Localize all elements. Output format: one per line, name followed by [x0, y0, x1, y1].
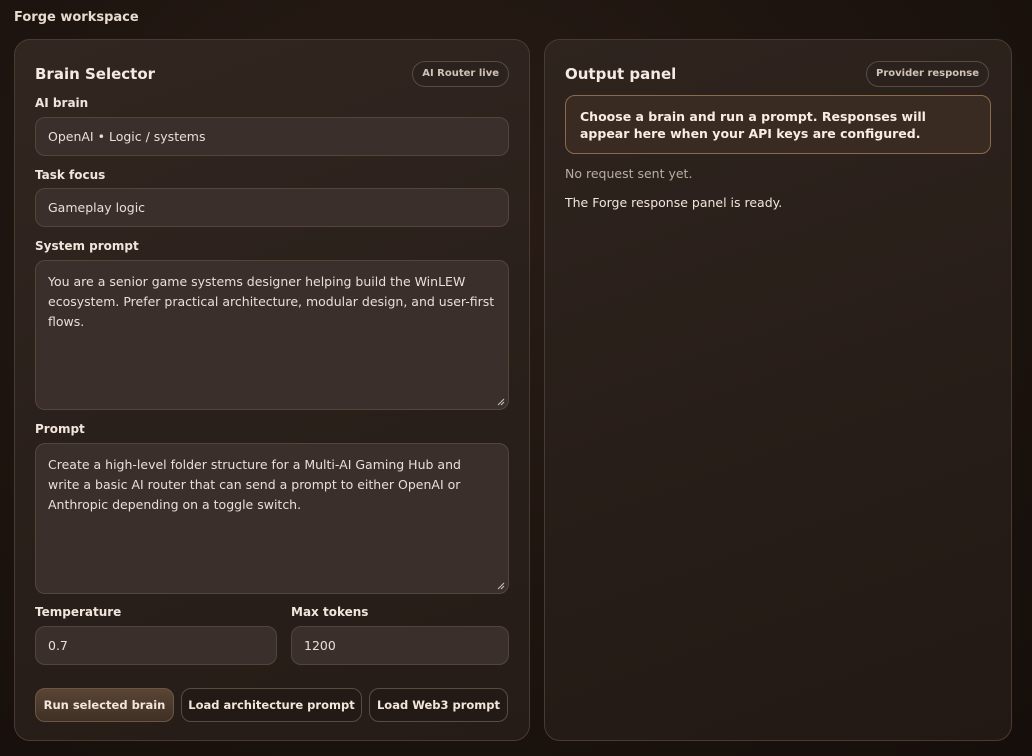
load-architecture-prompt-button[interactable]: Load architecture prompt: [181, 688, 362, 722]
prompt-textarea[interactable]: Create a high-level folder structure for…: [35, 443, 509, 594]
run-selected-brain-button[interactable]: Run selected brain: [35, 688, 174, 722]
request-status-text: No request sent yet.: [565, 166, 693, 181]
brain-selector-card: Brain Selector AI Router live AI brain O…: [14, 39, 530, 741]
temperature-label: Temperature: [35, 605, 122, 619]
max-tokens-label: Max tokens: [291, 605, 369, 619]
ai-brain-label: AI brain: [35, 96, 89, 110]
ai-router-badge: AI Router live: [412, 61, 509, 87]
resize-handle-icon[interactable]: [497, 582, 505, 590]
system-prompt-textarea[interactable]: You are a senior game systems designer h…: [35, 260, 509, 410]
task-focus-input[interactable]: Gameplay logic: [35, 188, 509, 227]
system-prompt-label: System prompt: [35, 239, 139, 253]
load-web3-prompt-button[interactable]: Load Web3 prompt: [369, 688, 508, 722]
task-focus-value: Gameplay logic: [48, 200, 146, 215]
resize-handle-icon[interactable]: [497, 398, 505, 406]
task-focus-label: Task focus: [35, 168, 106, 182]
max-tokens-value: 1200: [304, 638, 336, 653]
output-panel-title: Output panel: [565, 65, 677, 83]
temperature-value: 0.7: [48, 638, 68, 653]
brain-selector-title: Brain Selector: [35, 65, 156, 83]
ai-brain-select[interactable]: OpenAI • Logic / systems: [35, 117, 509, 156]
output-callout: Choose a brain and run a prompt. Respons…: [565, 95, 991, 154]
ai-brain-value: OpenAI • Logic / systems: [48, 129, 206, 144]
prompt-label: Prompt: [35, 422, 85, 436]
workspace-title: Forge workspace: [14, 10, 139, 25]
response-panel-ready-text: The Forge response panel is ready.: [565, 195, 783, 210]
system-prompt-text: You are a senior game systems designer h…: [48, 274, 495, 329]
max-tokens-input[interactable]: 1200: [291, 626, 509, 665]
forge-app: Forge workspace Brain Selector AI Router…: [0, 0, 1032, 756]
provider-response-badge: Provider response: [866, 61, 989, 87]
temperature-input[interactable]: 0.7: [35, 626, 277, 665]
prompt-text: Create a high-level folder structure for…: [48, 457, 461, 512]
output-panel-card: Output panel Provider response Choose a …: [544, 39, 1012, 741]
